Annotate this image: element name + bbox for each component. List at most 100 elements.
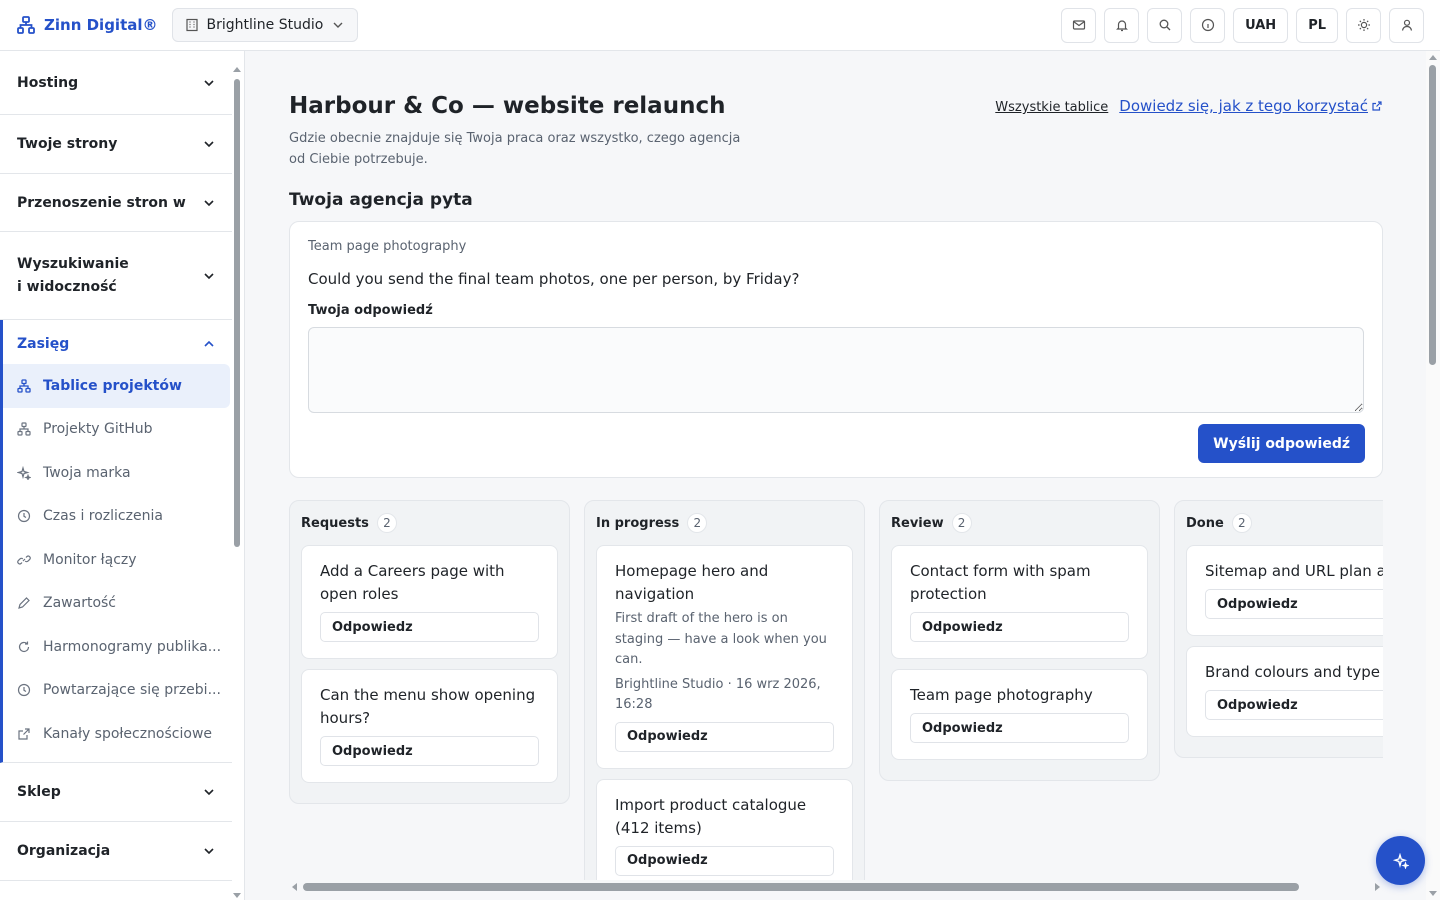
page-scrollbar[interactable]	[1426, 51, 1440, 900]
question-text: Could you send the final team photos, on…	[308, 270, 800, 288]
sidebar-section-sklep[interactable]: Sklep	[0, 763, 232, 822]
sidebar-item-label: Zawartość	[43, 595, 117, 612]
clock-icon	[17, 684, 31, 697]
column-review: Review 2 Contact form with spam protectio…	[879, 500, 1160, 781]
kanban-card[interactable]: Can the menu show opening hours? Odpowie…	[301, 669, 558, 783]
learn-link-label: Dowiedz się, jak z tego korzystać	[1119, 97, 1368, 115]
chevron-down-icon	[204, 847, 214, 854]
sidebar-item-monitor-laczy[interactable]: Monitor łączy	[3, 538, 232, 582]
kanban-card[interactable]: Add a Careers page with open roles Odpow…	[301, 545, 558, 659]
column-title: In progress	[596, 515, 680, 531]
link-icon	[17, 555, 31, 565]
chevron-down-icon	[204, 141, 214, 148]
org-chart-icon	[17, 379, 31, 393]
sidebar-section-label: Hosting	[17, 74, 79, 91]
card-title: Add a Careers page with open roles	[320, 562, 505, 603]
reply-button[interactable]: Odpowiedz	[910, 713, 1129, 743]
external-link-icon	[1372, 101, 1382, 111]
currency-button[interactable]: UAH	[1233, 7, 1289, 43]
sidebar-item-twoja-marka[interactable]: Twoja marka	[3, 451, 232, 495]
reply-button[interactable]: Odpowiedz	[320, 612, 539, 642]
kanban-card[interactable]: Import product catalogue (412 items) Odp…	[596, 778, 853, 880]
sidebar-item-label: Projekty GitHub	[43, 421, 153, 438]
question-tag: Team page photography	[308, 239, 467, 254]
top-bar: Zinn Digital® Brightline Studio UAH PL	[0, 0, 1440, 51]
kanban-board: Requests 2 Add a Careers page with open r…	[289, 500, 1383, 880]
reply-button[interactable]: Odpowiedz	[320, 736, 539, 766]
sidebar-item-czas-i-rozliczenia[interactable]: Czas i rozliczenia	[3, 495, 232, 539]
sidebar-item-zawartosc[interactable]: Zawartość	[3, 582, 232, 626]
kanban-card[interactable]: Sitemap and URL plan agreed Odpowiedz	[1186, 545, 1383, 636]
page-title: Harbour & Co — website relaunch	[289, 93, 726, 119]
kanban-card[interactable]: Brand colours and type set Odpowiedz	[1186, 646, 1383, 737]
main-content: Harbour & Co — website relaunch Gdzie ob…	[246, 51, 1426, 900]
card-title: Brand colours and type set	[1205, 663, 1383, 681]
account-button[interactable]	[1389, 7, 1424, 43]
sidebar-section-przenoszenie[interactable]: Przenoszenie stron w	[0, 174, 232, 232]
sidebar-item-label: Monitor łączy	[43, 551, 137, 568]
user-icon	[1401, 19, 1412, 31]
kanban-card[interactable]: Contact form with spam protection Odpowi…	[891, 545, 1148, 659]
mail-icon	[1072, 20, 1085, 30]
sidebar-item-tablice-projektow[interactable]: Tablice projektów	[3, 364, 230, 408]
kanban-card[interactable]: Team page photography Odpowiedz	[891, 669, 1148, 760]
learn-link[interactable]: Dowiedz się, jak z tego korzystać	[1119, 97, 1382, 115]
sidebar-section-label: Sklep	[17, 783, 61, 800]
studio-select[interactable]: Brightline Studio	[171, 8, 359, 42]
brand-logo[interactable]: Zinn Digital®	[16, 15, 158, 35]
studio-name: Brightline Studio	[206, 17, 324, 33]
card-title: Can the menu show opening hours?	[320, 686, 536, 727]
column-title: Review	[891, 515, 944, 531]
chevron-down-icon	[204, 199, 214, 206]
info-icon	[1201, 18, 1214, 32]
all-boards-link[interactable]: Wszystkie tablice	[995, 100, 1108, 115]
card-title: Homepage hero and navigation	[615, 562, 769, 603]
column-requests: Requests 2 Add a Careers page with open r…	[289, 500, 570, 804]
card-meta: Brightline Studio · 16 wrz 2026, 16:28	[615, 676, 821, 713]
sidebar-item-label: Harmonogramy publika...	[43, 638, 222, 655]
theme-toggle-button[interactable]	[1346, 7, 1381, 43]
sidebar-zasieg-items: Tablice projektów Projekty GitHub Twoja …	[0, 364, 232, 763]
reply-button[interactable]: Odpowiedz	[1205, 690, 1383, 720]
column-count: 2	[1231, 513, 1252, 533]
agency-asks-heading: Twoja agencja pyta	[289, 190, 473, 210]
reply-button[interactable]: Odpowiedz	[1205, 589, 1383, 619]
org-chart-icon	[17, 422, 31, 436]
column-count: 2	[376, 513, 397, 533]
sidebar-item-harmonogramy[interactable]: Harmonogramy publika...	[3, 625, 232, 669]
answer-textarea[interactable]	[308, 327, 1364, 413]
kanban-card[interactable]: Homepage hero and navigation First draft…	[596, 545, 853, 769]
page-description: Gdzie obecnie znajduje się Twoja praca o…	[289, 131, 741, 167]
sidebar-section-label: Organizacja	[17, 842, 111, 859]
search-button[interactable]	[1147, 7, 1183, 43]
notifications-button[interactable]	[1104, 7, 1140, 43]
sidebar-item-powtarzajace[interactable]: Powtarzające się przebi...	[3, 669, 232, 713]
sidebar-item-projekty-github[interactable]: Projekty GitHub	[3, 408, 232, 452]
language-button[interactable]: PL	[1296, 7, 1338, 43]
external-link-icon	[18, 728, 30, 740]
sidebar-section-wyszukiwanie[interactable]: Wyszukiwanie i widoczność	[0, 232, 232, 320]
mail-button[interactable]	[1061, 7, 1097, 43]
sidebar-item-label: Powtarzające się przebi...	[43, 682, 221, 699]
info-button[interactable]	[1190, 7, 1226, 43]
reply-button[interactable]: Odpowiedz	[910, 612, 1129, 642]
sparkle-icon	[1392, 852, 1409, 869]
sidebar-section-organizacja[interactable]: Organizacja	[0, 822, 232, 881]
sidebar-scrollbar[interactable]	[232, 63, 242, 898]
sidebar-section-twoje-strony[interactable]: Twoje strony	[0, 115, 232, 174]
column-title: Done	[1186, 515, 1224, 531]
sidebar-section-zasieg[interactable]: Zasięg	[0, 320, 232, 364]
reply-button[interactable]: Odpowiedz	[615, 845, 834, 876]
send-answer-button[interactable]: Wyślij odpowiedź	[1198, 424, 1365, 463]
reply-button[interactable]: Odpowiedz	[615, 721, 834, 752]
sidebar-item-kanaly[interactable]: Kanały społecznościowe	[3, 712, 232, 756]
sidebar-section-label: Wyszukiwanie i widoczność	[17, 255, 129, 295]
ai-assistant-button[interactable]	[1376, 836, 1425, 885]
answer-label: Twoja odpowiedź	[308, 303, 433, 318]
chevron-down-icon	[333, 22, 343, 28]
sun-icon	[1357, 19, 1370, 31]
sidebar-section-hosting[interactable]: Hosting	[0, 51, 232, 115]
board-horizontal-scrollbar[interactable]	[289, 880, 1383, 894]
sidebar-item-label: Twoja marka	[43, 464, 131, 481]
card-title: Sitemap and URL plan agreed	[1205, 562, 1383, 580]
